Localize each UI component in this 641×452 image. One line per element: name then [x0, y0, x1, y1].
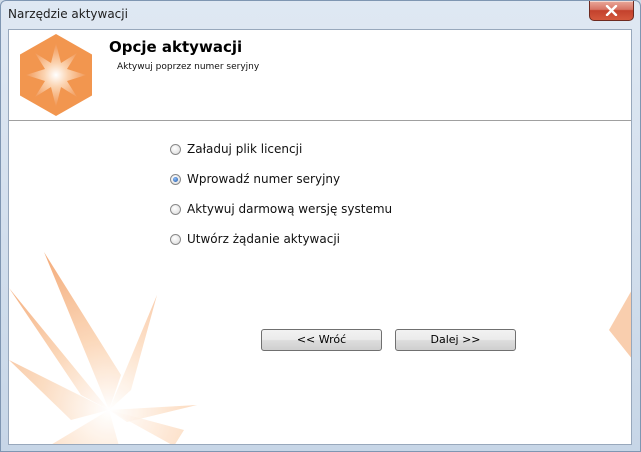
close-icon — [605, 5, 618, 16]
header-divider — [9, 120, 631, 121]
window-title: Narzędzie aktywacji — [8, 7, 128, 21]
option-label: Utwórz żądanie aktywacji — [187, 232, 340, 246]
option-label: Załaduj plik licencji — [187, 142, 303, 156]
header-title: Opcje aktywacji — [109, 38, 243, 56]
radio-load-license-file[interactable] — [170, 143, 181, 155]
radio-create-activation-request[interactable] — [170, 233, 181, 245]
wizard-panel: Opcje aktywacji Aktywuj poprzez numer se… — [8, 29, 632, 445]
option-enter-serial-number[interactable]: Wprowadź numer seryjny — [170, 170, 340, 188]
next-button[interactable]: Dalej >> — [395, 329, 516, 351]
option-create-activation-request[interactable]: Utwórz żądanie aktywacji — [170, 230, 340, 248]
radio-activate-free-version[interactable] — [170, 203, 181, 215]
radio-enter-serial-number[interactable] — [170, 173, 181, 185]
hexagon-star-icon — [20, 34, 92, 116]
option-label: Wprowadź numer seryjny — [187, 172, 341, 186]
option-label: Aktywuj darmową wersję systemu — [187, 202, 393, 216]
option-activate-free-version[interactable]: Aktywuj darmową wersję systemu — [170, 200, 392, 218]
title-bar[interactable]: Narzędzie aktywacji — [1, 1, 640, 28]
option-load-license-file[interactable]: Załaduj plik licencji — [170, 140, 302, 158]
close-button[interactable] — [589, 1, 634, 21]
wizard-header: Opcje aktywacji Aktywuj poprzez numer se… — [9, 30, 631, 121]
header-subtitle: Aktywuj poprzez numer seryjny — [117, 62, 260, 72]
activation-window: Narzędzie aktywacji Opcje aktywacji Akty… — [0, 0, 641, 452]
back-button[interactable]: << Wróć — [261, 329, 382, 351]
